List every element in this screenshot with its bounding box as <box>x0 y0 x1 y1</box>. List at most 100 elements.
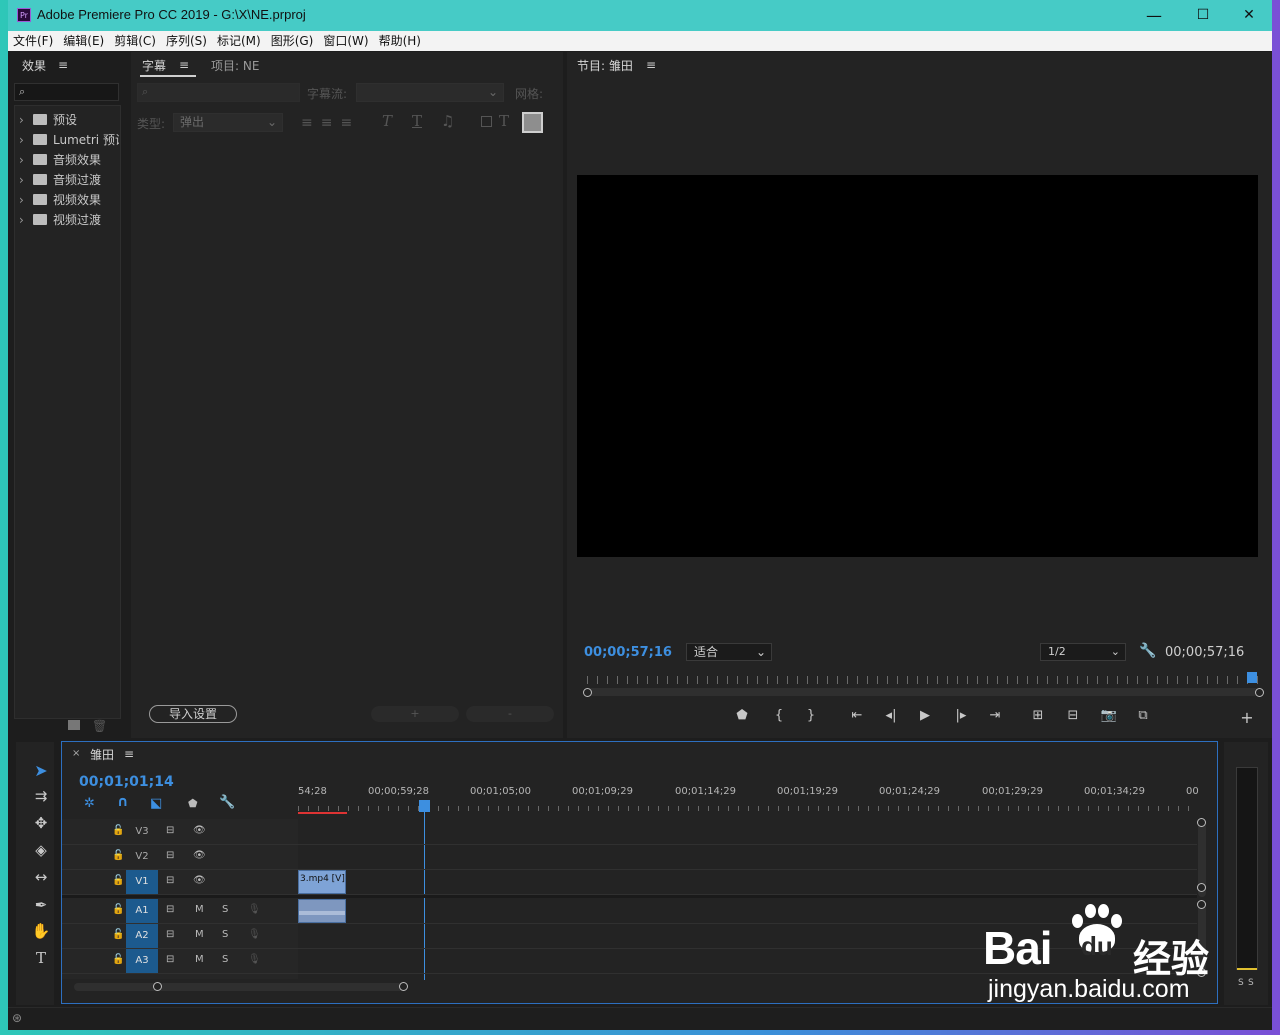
menu-clip[interactable]: 剪辑(C) <box>109 31 161 51</box>
track-name[interactable]: A1 <box>126 899 158 923</box>
track-select-tool-icon[interactable]: ⇉ <box>28 787 54 805</box>
lift-icon[interactable]: ⊞ <box>1026 708 1050 723</box>
creative-cloud-icon[interactable]: ⊛ <box>12 1011 22 1025</box>
add-caption-button[interactable]: + <box>371 706 459 722</box>
track-name[interactable]: A3 <box>126 949 158 973</box>
wrench-icon[interactable]: 🔧 <box>219 795 235 810</box>
add-marker-icon[interactable]: ⬟ <box>188 797 198 810</box>
mute-button[interactable]: M <box>195 954 204 965</box>
close-button[interactable]: ✕ <box>1226 0 1272 31</box>
program-menu-icon[interactable]: ≡ <box>646 58 656 72</box>
menu-help[interactable]: 帮助(H) <box>374 31 426 51</box>
menu-marker[interactable]: 标记(M) <box>212 31 266 51</box>
music-note-icon[interactable]: ♫ <box>441 112 454 130</box>
lock-icon[interactable]: 🔓 <box>112 954 124 965</box>
mic-icon[interactable]: 🎙 <box>248 954 261 965</box>
tab-project[interactable]: 项目: NE <box>211 57 259 74</box>
add-marker-icon[interactable]: ⬟ <box>730 708 754 723</box>
mark-in-icon[interactable]: { <box>767 708 791 723</box>
tree-item-video-effects[interactable]: › 视频效果 <box>19 191 119 211</box>
menu-edit[interactable]: 编辑(E) <box>58 31 109 51</box>
mute-button[interactable]: M <box>195 929 204 940</box>
tree-item-video-transitions[interactable]: › 视频过渡 <box>19 211 119 231</box>
timeline-zoom-bar[interactable] <box>74 983 404 991</box>
track-name[interactable]: V2 <box>126 845 158 869</box>
sync-lock-icon[interactable]: ⊟ <box>166 825 174 836</box>
effects-search-input[interactable]: ⌕ <box>14 83 119 101</box>
track-row-v3[interactable]: 🔓 V3 ⊟ 👁 <box>62 820 297 844</box>
maximize-button[interactable]: ☐ <box>1180 0 1226 31</box>
wrench-icon[interactable]: 🔧 <box>1139 643 1156 659</box>
tree-item-audio-effects[interactable]: › 音频效果 <box>19 151 119 171</box>
video-scroll-handle-top[interactable] <box>1197 818 1206 827</box>
slip-tool-icon[interactable]: ↔ <box>28 868 54 886</box>
chevron-right-icon[interactable]: › <box>19 113 33 127</box>
timeline-zoom-left[interactable] <box>153 982 162 991</box>
tree-item-lumetri[interactable]: ›Lumetri 预设 <box>19 131 119 151</box>
zoom-handle-right[interactable] <box>1255 688 1264 697</box>
timeline-menu-icon[interactable]: ≡ <box>124 747 134 761</box>
hand-tool-icon[interactable]: ✋ <box>28 922 54 940</box>
tree-item-audio-transitions[interactable]: › 音频过渡 <box>19 171 119 191</box>
tree-item-presets[interactable]: › 预设 <box>19 111 119 131</box>
sync-lock-icon[interactable]: ⊟ <box>166 954 174 965</box>
step-forward-icon[interactable]: |▸ <box>949 708 973 723</box>
program-playhead[interactable] <box>1247 672 1257 683</box>
text-color-icon[interactable]: T <box>499 112 509 130</box>
timeline-playhead-handle[interactable] <box>419 800 430 812</box>
compare-view-icon[interactable]: ⧉ <box>1131 708 1155 723</box>
solo-button[interactable]: S <box>222 904 228 915</box>
go-to-in-icon[interactable]: ⇤ <box>845 708 869 723</box>
track-name[interactable]: V1 <box>126 870 158 894</box>
italic-icon[interactable]: T <box>382 112 392 130</box>
solo-left-button[interactable]: S <box>1238 978 1244 988</box>
audio-scroll-handle-top[interactable] <box>1197 900 1206 909</box>
track-row-a1[interactable]: 🔓 A1 ⊟ M S 🎙 <box>62 899 297 923</box>
menu-file[interactable]: 文件(F) <box>8 31 58 51</box>
import-settings-button[interactable]: 导入设置 <box>149 705 237 723</box>
export-frame-icon[interactable]: 📷 <box>1097 708 1121 723</box>
caption-stream-dropdown[interactable]: ⌄ <box>356 83 504 102</box>
mic-icon[interactable]: 🎙 <box>248 929 261 940</box>
extract-icon[interactable]: ⊟ <box>1061 708 1085 723</box>
remove-caption-button[interactable]: - <box>466 706 554 722</box>
minimize-button[interactable]: — <box>1131 0 1177 31</box>
solo-button[interactable]: S <box>222 954 228 965</box>
menu-window[interactable]: 窗口(W) <box>318 31 373 51</box>
tab-captions[interactable]: 字幕 <box>142 57 166 74</box>
step-back-icon[interactable]: ◂| <box>879 708 903 723</box>
new-bin-icon[interactable] <box>68 720 80 730</box>
snap-magnet-icon[interactable]: ∩ <box>117 794 128 810</box>
chevron-right-icon[interactable]: › <box>19 133 33 147</box>
mute-button[interactable]: M <box>195 904 204 915</box>
close-tab-icon[interactable]: × <box>72 748 80 759</box>
selection-tool-icon[interactable]: ➤ <box>28 761 54 780</box>
solo-right-button[interactable]: S <box>1248 978 1254 988</box>
program-zoom-bar[interactable] <box>587 688 1259 696</box>
type-tool-icon[interactable]: T <box>28 949 54 967</box>
chevron-right-icon[interactable]: › <box>19 193 33 207</box>
track-row-v2[interactable]: 🔓 V2 ⊟ 👁 <box>62 845 297 869</box>
captions-menu-icon[interactable]: ≡ <box>179 58 189 72</box>
trash-icon[interactable]: 🗑 <box>92 719 107 733</box>
audio-clip[interactable] <box>298 899 346 923</box>
go-to-out-icon[interactable]: ⇥ <box>983 708 1007 723</box>
menu-graphics[interactable]: 图形(G) <box>266 31 319 51</box>
track-row-a2[interactable]: 🔓 A2 ⊟ M S 🎙 <box>62 924 297 948</box>
program-time-ruler[interactable] <box>587 676 1259 684</box>
timeline-ruler[interactable]: 54;28 00;00;59;28 00;01;05;00 00;01;09;2… <box>298 784 1199 812</box>
effects-tab[interactable]: 效果 <box>22 57 46 74</box>
mark-out-icon[interactable]: } <box>799 708 823 723</box>
color-swatch[interactable] <box>522 112 543 133</box>
underline-icon[interactable]: T <box>412 112 422 130</box>
button-editor-icon[interactable]: + <box>1235 708 1259 727</box>
type-dropdown[interactable]: 弹出 ⌄ <box>173 113 283 132</box>
sync-lock-icon[interactable]: ⊟ <box>166 929 174 940</box>
nest-sequences-icon[interactable]: ✲ <box>84 796 95 811</box>
lock-icon[interactable]: 🔓 <box>112 875 124 886</box>
video-clip[interactable]: 3.mp4 [V] <box>298 870 346 894</box>
pen-tool-icon[interactable]: ✒ <box>28 896 54 914</box>
resolution-select[interactable]: 1/2 ⌄ <box>1040 643 1126 661</box>
lock-icon[interactable]: 🔓 <box>112 929 124 940</box>
lock-icon[interactable]: 🔓 <box>112 850 124 861</box>
